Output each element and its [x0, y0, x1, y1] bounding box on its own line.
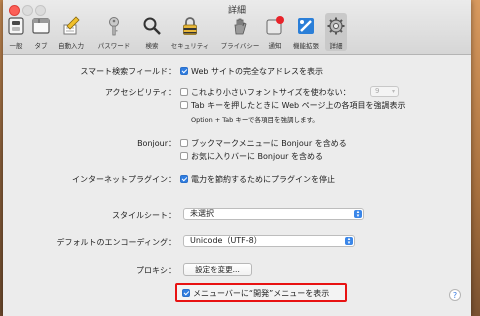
plugins-option: 電力を節約するためにプラグインを停止 — [191, 175, 335, 184]
tab-advanced-label: 詳細 — [329, 42, 343, 50]
search-icon — [143, 17, 161, 35]
tab-search[interactable]: 検索 — [140, 13, 164, 51]
tab-privacy-label: プライバシー — [220, 42, 260, 50]
tab-highlight-checkbox[interactable] — [180, 101, 188, 109]
popup-arrows-icon: ▴ ▾ — [354, 210, 362, 219]
tab-security[interactable]: セキュリティ — [166, 13, 214, 51]
stylesheet-popup[interactable]: 未選択 ▴ ▾ — [183, 208, 364, 220]
switch-icon — [8, 17, 24, 35]
tab-tabs[interactable]: タブ — [30, 13, 52, 51]
proxy-settings-button[interactable]: 設定を変更... — [183, 263, 252, 276]
plugins-label: インターネットプラグイン： — [72, 175, 176, 184]
bonjour-label: Bonjour： — [137, 139, 176, 148]
puzzle-icon — [298, 18, 314, 34]
smart-search-label: スマート検索フィールド： — [80, 67, 176, 76]
develop-menu-option: メニューバーに“開発”メニューを表示 — [193, 289, 330, 298]
tab-privacy[interactable]: プライバシー — [216, 13, 264, 51]
tab-autofill[interactable]: 自動入力 — [54, 13, 88, 51]
min-font-option: これより小さいフォントサイズを使わない： — [191, 88, 351, 97]
tab-notifications-label: 通知 — [268, 42, 282, 50]
hand-icon — [234, 18, 247, 35]
preferences-window: 詳細 一般 タブ 自動入力 パスワード 検索 セキュリティ プライバシー 通知 … — [3, 0, 471, 316]
accessibility-label: アクセシビリティ： — [104, 88, 176, 97]
plugins-checkbox[interactable] — [180, 175, 188, 183]
settings-panel: スマート検索フィールド： Web サイトの完全なアドレスを表示 アクセシビリティ… — [3, 55, 471, 316]
tabs-icon — [32, 18, 50, 34]
lock-icon — [183, 17, 197, 35]
tab-autofill-label: 自動入力 — [58, 42, 84, 50]
tab-highlight-hint: Option + Tab キーで各項目を強調します。 — [191, 116, 319, 124]
title-bar: 詳細 一般 タブ 自動入力 パスワード 検索 セキュリティ プライバシー 通知 … — [3, 0, 471, 55]
encoding-popup[interactable]: Unicode（UTF-8） ▴ ▾ — [183, 235, 355, 247]
font-size-value: 9 — [375, 87, 380, 95]
develop-menu-checkbox[interactable] — [182, 289, 190, 297]
tab-passwords-label: パスワード — [97, 42, 131, 50]
tab-passwords[interactable]: パスワード — [90, 13, 138, 51]
tab-tabs-label: タブ — [34, 42, 48, 50]
tab-extensions-label: 機能拡張 — [293, 42, 319, 50]
tab-general[interactable]: 一般 — [4, 13, 28, 51]
pencil-icon — [63, 16, 80, 35]
gear-icon — [327, 17, 345, 35]
bonjour-favorites-checkbox[interactable] — [180, 152, 188, 160]
notification-icon — [266, 16, 284, 35]
smart-search-checkbox[interactable] — [180, 67, 188, 75]
key-icon — [109, 17, 119, 36]
chevron-down-icon: ▾ — [391, 88, 395, 95]
tab-general-label: 一般 — [9, 42, 23, 50]
min-font-checkbox[interactable] — [180, 88, 188, 96]
stylesheet-label: スタイルシート： — [112, 211, 176, 220]
tab-search-label: 検索 — [145, 42, 159, 50]
stylesheet-value: 未選択 — [190, 209, 214, 218]
bonjour-bookmarks-checkbox[interactable] — [180, 139, 188, 147]
tab-advanced[interactable]: 詳細 — [325, 13, 347, 51]
encoding-label: デフォルトのエンコーディング： — [56, 238, 176, 247]
help-button[interactable]: ? — [449, 289, 461, 301]
proxy-label: プロキシ： — [136, 266, 176, 275]
bonjour-bookmarks-option: ブックマークメニューに Bonjour を含める — [191, 139, 347, 148]
tab-extensions[interactable]: 機能拡張 — [289, 13, 323, 51]
tab-notifications[interactable]: 通知 — [265, 13, 285, 51]
bonjour-favorites-option: お気に入りバーに Bonjour を含める — [191, 152, 324, 161]
encoding-value: Unicode（UTF-8） — [190, 236, 262, 245]
popup-arrows-icon: ▴ ▾ — [345, 237, 353, 246]
tab-security-label: セキュリティ — [170, 42, 210, 50]
font-size-select[interactable]: 9 ▾ — [370, 86, 399, 97]
tab-highlight-option: Tab キーを押したときに Web ページ上の各項目を強調表示 — [191, 101, 406, 110]
smart-search-option: Web サイトの完全なアドレスを表示 — [191, 67, 323, 76]
